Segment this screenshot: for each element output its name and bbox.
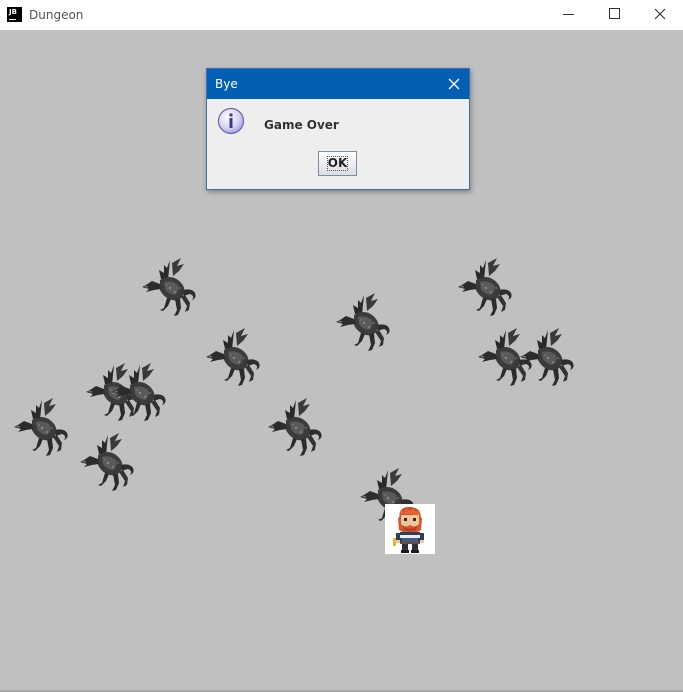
window-titlebar[interactable]: JB Dungeon [0, 0, 683, 30]
minimize-icon [563, 14, 574, 15]
dragon-enemy-icon [204, 328, 264, 390]
focus-ring [327, 156, 348, 171]
dragon-enemy-icon [266, 398, 326, 460]
window-close-button[interactable] [637, 0, 683, 30]
dragon-enemy-icon [12, 398, 72, 460]
ok-button[interactable]: OK [318, 151, 357, 176]
dragon-enemy-icon [110, 363, 170, 425]
info-icon [217, 107, 247, 137]
close-icon [448, 78, 460, 90]
maximize-button[interactable] [592, 0, 638, 30]
dragon-enemy-icon [78, 433, 138, 495]
player-sprite [385, 504, 435, 554]
dialog-titlebar[interactable]: Bye [207, 69, 469, 99]
close-icon [654, 8, 666, 20]
window-title: Dungeon [29, 8, 84, 22]
dialog-message: Game Over [264, 118, 339, 132]
dialog-close-button[interactable] [443, 74, 465, 94]
dialog-title: Bye [215, 77, 238, 91]
maximize-icon [609, 8, 620, 19]
dragon-enemy-icon [518, 328, 578, 390]
game-window: JB Dungeon Bye Game Over OK [0, 0, 683, 692]
dragon-enemy-icon [456, 258, 516, 320]
dragon-enemy-icon [334, 293, 394, 355]
minimize-button[interactable] [546, 0, 592, 30]
game-over-dialog: Bye Game Over OK [206, 68, 470, 190]
dragon-enemy-icon [140, 258, 200, 320]
jetbrains-app-icon: JB [7, 7, 22, 22]
bearded-warrior-icon [393, 507, 424, 553]
